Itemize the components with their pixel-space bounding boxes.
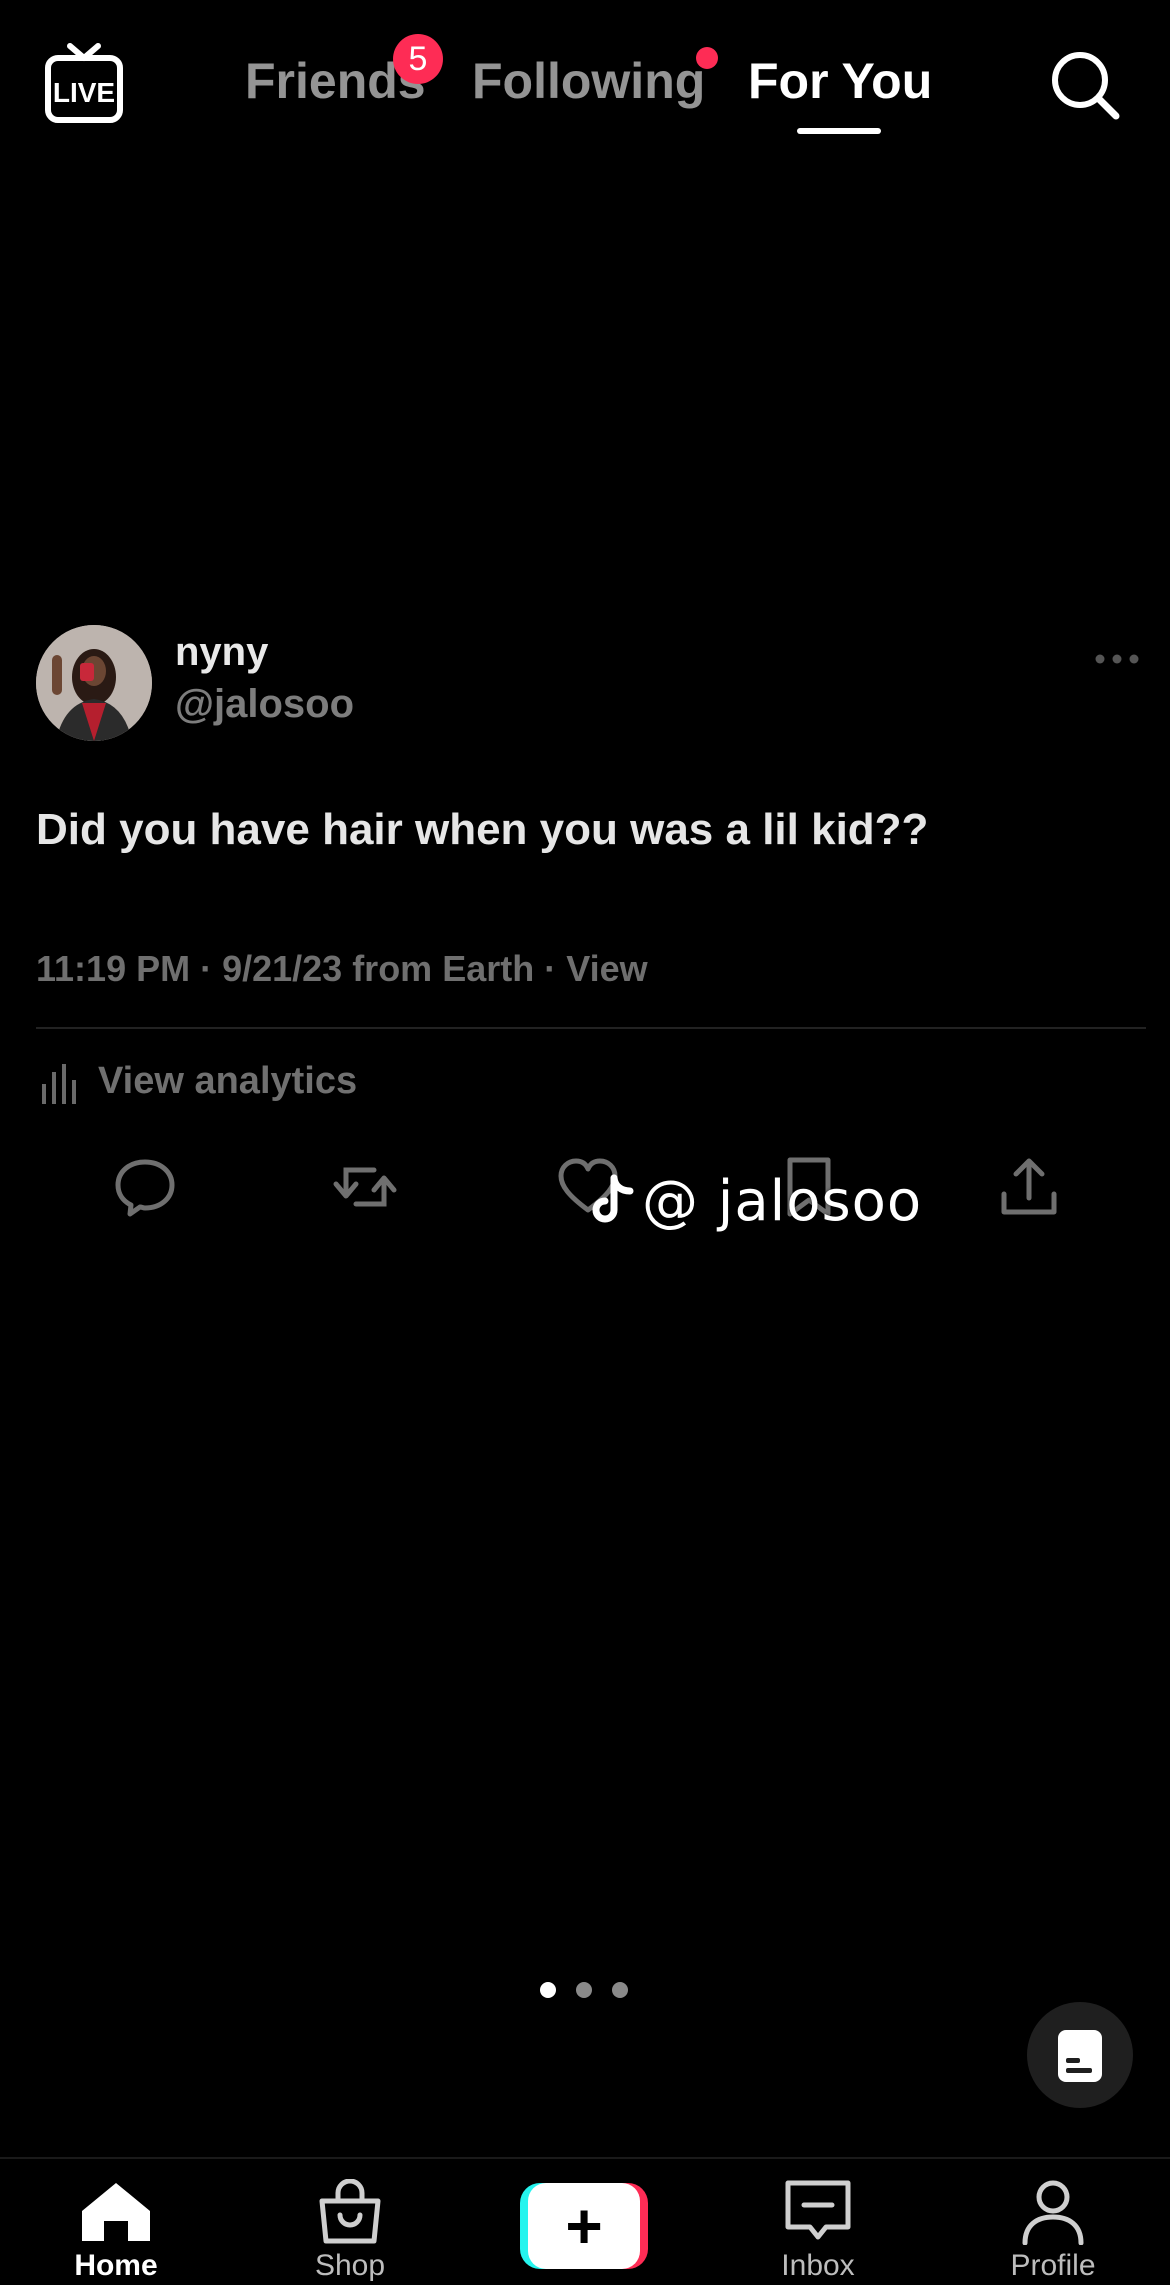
post-text: Did you have hair when you was a lil kid… bbox=[36, 805, 929, 854]
nav-inbox-label: Inbox bbox=[781, 2249, 855, 2282]
search-icon bbox=[1052, 52, 1120, 120]
post-timestamp: 11:19 PM · 9/21/23 from Earth · View bbox=[36, 948, 648, 989]
avatar-photo bbox=[36, 625, 152, 741]
search-button[interactable] bbox=[1048, 48, 1122, 122]
plus-icon: + bbox=[565, 2190, 603, 2262]
live-button[interactable]: LIVE bbox=[44, 40, 124, 124]
divider bbox=[36, 1027, 1146, 1029]
page-dot bbox=[612, 1982, 628, 1998]
nav-shop[interactable]: Shop bbox=[270, 2179, 430, 2283]
display-name[interactable]: nyny bbox=[175, 630, 268, 675]
tiktok-logo-icon bbox=[592, 1174, 634, 1223]
nav-profile-label: Profile bbox=[1010, 2249, 1096, 2282]
nav-profile[interactable]: Profile bbox=[973, 2179, 1133, 2283]
live-label: LIVE bbox=[53, 77, 115, 108]
captions-icon bbox=[1058, 2030, 1102, 2082]
live-tv-icon: LIVE bbox=[45, 43, 123, 123]
page-dot bbox=[576, 1982, 592, 1998]
captions-button[interactable] bbox=[1027, 2002, 1133, 2108]
avatar[interactable] bbox=[36, 625, 152, 741]
share-upload-icon[interactable] bbox=[996, 1154, 1062, 1220]
reply-icon[interactable] bbox=[112, 1154, 178, 1220]
more-options-icon[interactable] bbox=[1094, 650, 1140, 668]
nav-home[interactable]: Home bbox=[36, 2179, 196, 2283]
carousel-page-indicator bbox=[540, 1982, 628, 1998]
nav-home-label: Home bbox=[74, 2249, 158, 2282]
analytics-bar-icon bbox=[42, 1064, 76, 1104]
page-dot-active bbox=[540, 1982, 556, 1998]
friends-notification-badge: 5 bbox=[393, 34, 443, 84]
create-post-button[interactable]: + bbox=[520, 2183, 648, 2269]
tab-for-you[interactable]: For You bbox=[748, 48, 932, 114]
shop-bag-icon bbox=[319, 2179, 381, 2244]
following-new-dot bbox=[696, 47, 718, 69]
tiktok-watermark: @ jalosoo bbox=[590, 1163, 922, 1239]
profile-icon bbox=[1022, 2180, 1084, 2245]
watermark-handle: @ jalosoo bbox=[642, 1168, 923, 1234]
top-navigation: LIVE Friends 5 Following For You bbox=[0, 0, 1170, 160]
home-icon bbox=[82, 2183, 150, 2241]
nav-inbox[interactable]: Inbox bbox=[738, 2179, 898, 2283]
nav-shop-label: Shop bbox=[314, 2249, 386, 2282]
inbox-icon bbox=[785, 2180, 851, 2240]
active-tab-indicator bbox=[797, 128, 881, 134]
view-analytics-link[interactable]: View analytics bbox=[98, 1060, 357, 1103]
retweet-icon[interactable] bbox=[332, 1154, 398, 1220]
user-handle[interactable]: @jalosoo bbox=[175, 682, 354, 727]
tab-following[interactable]: Following bbox=[472, 48, 705, 114]
